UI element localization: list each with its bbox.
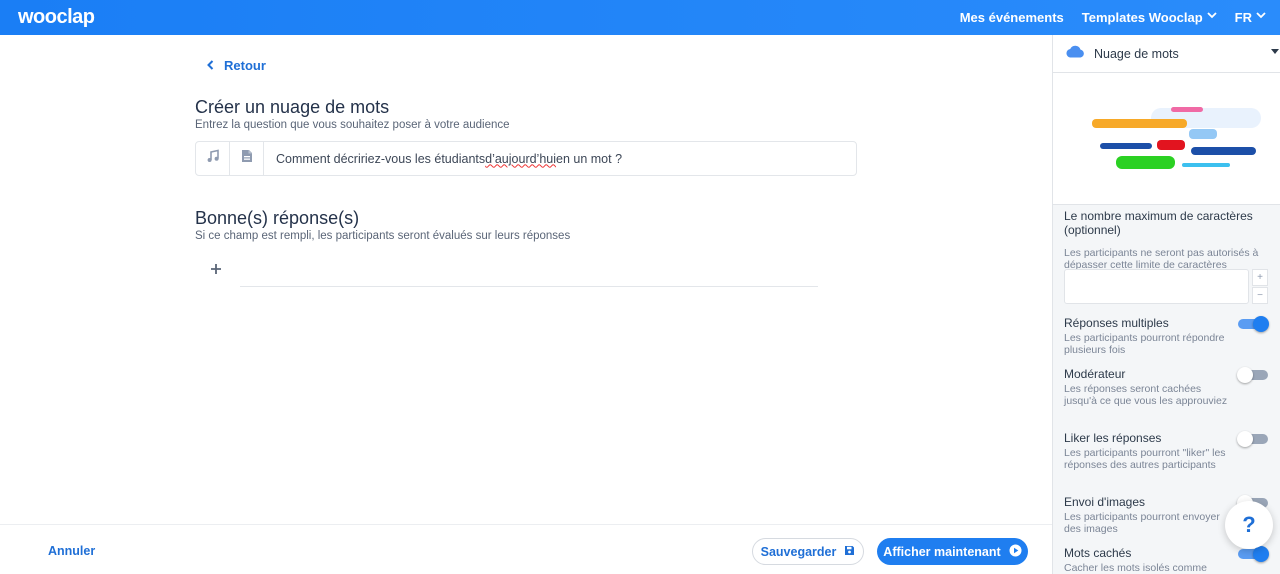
page-title: Créer un nuage de mots	[195, 97, 390, 117]
cloud-icon	[1065, 45, 1085, 63]
wooclap-logo[interactable]: wooclap	[18, 6, 95, 29]
setting-title: Réponses multiples	[1064, 316, 1169, 330]
illustration-bar	[1191, 147, 1256, 155]
illustration-bar	[1092, 119, 1187, 128]
question-type-label: Nuage de mots	[1094, 46, 1179, 61]
question-text-field[interactable]: Comment décririez-vous les étudiants d’a…	[264, 142, 622, 175]
help-button[interactable]: ?	[1225, 501, 1273, 549]
setting-hidden-words: Mots cachés Cacher les mots isolés comme	[1064, 546, 1229, 574]
language-selector[interactable]: FR	[1235, 10, 1266, 25]
chevron-down-icon	[1207, 11, 1217, 22]
setting-moderator: Modérateur Les réponses seront cachées j…	[1064, 367, 1229, 407]
chevron-down-icon	[1256, 11, 1266, 22]
back-link[interactable]: Retour	[207, 58, 266, 73]
setting-desc: Les participants pourront envoyer des im…	[1064, 511, 1220, 535]
setting-desc: Les participants pourront répondre plusi…	[1064, 332, 1225, 356]
illustration-bar	[1182, 163, 1230, 167]
plus-icon	[210, 259, 222, 279]
toggle-hidden-words[interactable]	[1238, 546, 1269, 562]
setting-image-upload: Envoi d'images Les participants pourront…	[1064, 495, 1229, 535]
question-text-misspelled: d’aujourd’hui	[485, 151, 557, 166]
nav-templates[interactable]: Templates Wooclap	[1082, 10, 1217, 25]
toggle-knob	[1253, 316, 1269, 332]
play-circle-icon	[1009, 544, 1022, 560]
show-now-label: Afficher maintenant	[883, 544, 1001, 559]
add-document-button[interactable]	[230, 142, 264, 175]
question-type-selector[interactable]: Nuage de mots	[1053, 35, 1280, 73]
nav-my-events[interactable]: Mes événements	[960, 10, 1064, 25]
caret-down-icon	[1271, 47, 1279, 57]
question-text-before: Comment décririez-vous les étudiants	[276, 151, 486, 166]
answer-input-line[interactable]	[240, 286, 818, 287]
music-note-icon	[206, 149, 220, 168]
max-chars-section: Le nombre maximum de caractères (optionn…	[1064, 209, 1274, 271]
setting-title: Liker les réponses	[1064, 431, 1162, 445]
toggle-knob	[1253, 546, 1269, 562]
illustration-bar	[1116, 156, 1175, 169]
editor-footer: Annuler Sauvegarder Afficher maintenant	[0, 524, 1052, 574]
chevron-left-icon	[207, 59, 214, 73]
illustration-bar	[1189, 129, 1217, 139]
toggle-knob	[1237, 431, 1253, 447]
page-subtitle: Entrez la question que vous souhaitez po…	[195, 119, 510, 131]
language-label: FR	[1234, 10, 1252, 25]
document-icon	[241, 149, 253, 168]
word-cloud-illustration	[1053, 73, 1280, 205]
setting-title: Modérateur	[1064, 367, 1126, 381]
setting-title: Envoi d'images	[1064, 495, 1145, 509]
max-chars-stepper: + −	[1252, 269, 1268, 304]
toggle-moderator[interactable]	[1237, 367, 1268, 383]
floppy-disk-icon	[844, 545, 855, 559]
add-answer-button[interactable]	[210, 259, 222, 280]
settings-panel: Nuage de mots Le nombre maximum de carac…	[1052, 35, 1280, 574]
question-input-box: Comment décririez-vous les étudiants d’a…	[195, 141, 857, 176]
top-bar: wooclap Mes événements Templates Wooclap…	[0, 0, 1280, 35]
toggle-knob	[1237, 367, 1253, 383]
top-nav: Mes événements Templates Wooclap FR	[960, 0, 1280, 35]
back-label: Retour	[224, 58, 266, 73]
setting-desc: Les participants pourront "liker" les ré…	[1064, 447, 1226, 471]
max-chars-input[interactable]	[1064, 269, 1249, 304]
setting-multiple-answers: Réponses multiples Les participants pour…	[1064, 316, 1229, 356]
illustration-bar	[1171, 107, 1203, 112]
decrement-button[interactable]: −	[1252, 287, 1268, 304]
answers-subtitle: Si ce champ est rempli, les participants…	[195, 230, 571, 242]
setting-desc: Les réponses seront cachées jusqu'à ce q…	[1064, 383, 1228, 407]
setting-like-answers: Liker les réponses Les participants pour…	[1064, 431, 1229, 471]
add-audio-button[interactable]	[196, 142, 230, 175]
max-chars-desc: Les participants ne seront pas autorisés…	[1064, 247, 1259, 271]
setting-title: Mots cachés	[1064, 546, 1132, 560]
illustration-bar	[1157, 140, 1185, 150]
cancel-button[interactable]: Annuler	[48, 544, 95, 558]
question-text-after: en un mot ?	[556, 151, 623, 166]
question-editor: Retour Créer un nuage de mots Entrez la …	[0, 35, 1052, 524]
max-chars-title: Le nombre maximum de caractères (optionn…	[1064, 209, 1253, 237]
illustration-bar	[1100, 143, 1152, 149]
increment-button[interactable]: +	[1252, 269, 1268, 286]
setting-desc: Cacher les mots isolés comme	[1064, 562, 1207, 574]
toggle-like-answers[interactable]	[1237, 431, 1268, 447]
show-now-button[interactable]: Afficher maintenant	[877, 538, 1028, 565]
answers-title: Bonne(s) réponse(s)	[195, 208, 360, 228]
save-button[interactable]: Sauvegarder	[752, 538, 864, 565]
toggle-multiple-answers[interactable]	[1238, 316, 1269, 332]
nav-templates-label: Templates Wooclap	[1081, 10, 1203, 25]
nav-my-events-label: Mes événements	[959, 10, 1064, 25]
question-icon: ?	[1242, 512, 1256, 537]
save-label: Sauvegarder	[760, 544, 837, 559]
